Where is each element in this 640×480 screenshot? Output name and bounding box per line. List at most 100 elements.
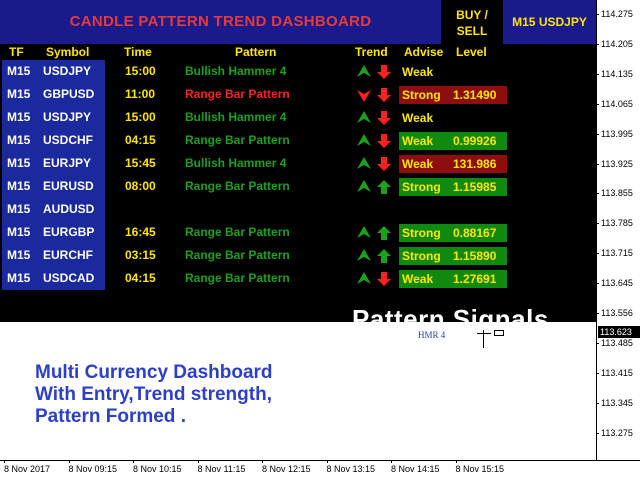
row-time: 15:00: [125, 64, 156, 78]
time-tick: 8 Nov 10:15: [133, 460, 182, 474]
row-timeframe: M15: [7, 179, 31, 193]
row-trend: [356, 156, 396, 172]
price-tick: 113.275: [596, 428, 640, 438]
row-symbol: USDJPY: [43, 64, 92, 78]
row-pattern: Bullish Hammer 4: [185, 156, 287, 170]
table-row[interactable]: M15 USDCHF 04:15 Range Bar Pattern Weak 0.999…: [0, 129, 596, 152]
arrow-up-icon: [357, 134, 371, 146]
arrow-down-icon: [377, 272, 391, 286]
table-row[interactable]: M15 USDJPY 15:00 Bullish Hammer 4 Weak: [0, 106, 596, 129]
price-tick: 114.065: [596, 99, 640, 109]
row-advise: Weak 1.27691: [399, 270, 507, 288]
price-tick: 113.925: [596, 159, 640, 169]
row-timeframe: M15: [7, 271, 31, 285]
promo-line-1: Multi Currency Dashboard: [35, 362, 273, 383]
time-tick: 8 Nov 09:15: [68, 460, 118, 474]
price-tick: 114.275: [596, 9, 640, 19]
row-advise-label: Weak: [402, 157, 434, 171]
table-row[interactable]: M15 USDCAD 04:15 Range Bar Pattern Weak 1.276…: [0, 267, 596, 290]
row-advise-label: Weak: [402, 134, 434, 148]
time-axis: 8 Nov 2017 8 Nov 09:15 8 Nov 10:15 8 Nov 11…: [0, 460, 640, 480]
row-pattern: Range Bar Pattern: [185, 179, 290, 193]
row-symbol: EURGBP: [43, 225, 95, 239]
arrow-up-icon: [377, 249, 391, 263]
table-row[interactable]: M15 EURGBP 16:45 Range Bar Pattern Strong 0.8…: [0, 221, 596, 244]
chart-candle-wick: [477, 333, 491, 334]
table-row[interactable]: M15 EURUSD 08:00 Range Bar Pattern Strong 1.1…: [0, 175, 596, 198]
promo-line-3: Pattern Formed .: [35, 406, 186, 427]
symbol-timeframe-label: M15 USDJPY: [503, 0, 596, 44]
row-trend: [356, 225, 396, 241]
row-symbol: GBPUSD: [43, 87, 95, 101]
chart-pattern-marker: HMR 4: [418, 330, 446, 340]
row-symbol: AUDUSD: [43, 202, 95, 216]
row-time: 11:00: [125, 87, 156, 101]
time-tick: 8 Nov 13:15: [326, 460, 376, 474]
row-time: 08:00: [125, 179, 156, 193]
row-symbol: EURJPY: [43, 156, 92, 170]
table-row[interactable]: M15 EURCHF 03:15 Range Bar Pattern Strong 1.1…: [0, 244, 596, 267]
row-advise: Strong 0.88167: [399, 224, 507, 242]
table-row[interactable]: M15 EURJPY 15:45 Bullish Hammer 4 Weak 131.98…: [0, 152, 596, 175]
arrow-up-icon: [377, 180, 391, 194]
row-level: 1.31490: [453, 88, 497, 102]
price-tick: 114.135: [596, 69, 640, 79]
row-level: 0.99926: [453, 134, 497, 148]
row-timeframe: M15: [7, 248, 31, 262]
time-tick: 8 Nov 11:15: [197, 460, 246, 474]
promo-text: Multi Currency Dashboard With Entry,Tren…: [35, 362, 273, 428]
arrow-up-icon: [357, 180, 371, 192]
row-advise-label: Strong: [402, 88, 441, 102]
row-timeframe: M15: [7, 64, 31, 78]
buy-sell-line-2: SELL: [456, 24, 488, 38]
price-tick: 113.715: [596, 248, 640, 258]
arrow-up-icon: [357, 111, 371, 123]
row-level: 0.88167: [453, 226, 497, 240]
row-timeframe: M15: [7, 110, 31, 124]
arrow-up-icon: [357, 226, 371, 238]
arrow-up-icon: [357, 272, 371, 284]
row-pattern: Bullish Hammer 4: [185, 110, 287, 124]
row-trend: [356, 87, 396, 103]
header-symbol: Symbol: [46, 45, 90, 59]
row-trend: [356, 248, 396, 264]
row-pattern: Range Bar Pattern: [185, 248, 290, 262]
price-tick: 113.785: [596, 218, 640, 228]
dashboard-panel: CANDLE PATTERN TREND DASHBOARD BUY / SEL…: [0, 0, 596, 334]
price-tick: 113.345: [596, 398, 640, 408]
arrow-down-icon: [377, 65, 391, 79]
table-row[interactable]: M15 GBPUSD 11:00 Range Bar Pattern Strong 1.3…: [0, 83, 596, 106]
row-symbol: USDCAD: [43, 271, 95, 285]
row-trend: [356, 179, 396, 195]
table-row[interactable]: M15 AUDUSD: [0, 198, 596, 221]
row-advise-label: Strong: [402, 226, 441, 240]
row-trend: [356, 110, 396, 126]
row-level: 131.986: [453, 157, 497, 171]
row-advise: Weak: [399, 63, 433, 81]
price-tick: 113.645: [596, 278, 640, 288]
time-tick: 8 Nov 15:15: [455, 460, 505, 474]
row-advise-label: Weak: [402, 111, 434, 125]
row-advise: Strong 1.15890: [399, 247, 507, 265]
arrow-down-icon: [377, 111, 391, 125]
row-timeframe: M15: [7, 225, 31, 239]
table-row[interactable]: M15 USDJPY 15:00 Bullish Hammer 4 Weak: [0, 60, 596, 83]
header-time: Time: [124, 45, 152, 59]
row-advise-label: Weak: [402, 65, 434, 79]
promo-line-2: With Entry,Trend strength,: [35, 384, 272, 405]
header-pattern: Pattern: [235, 45, 277, 59]
price-tick: 113.485: [596, 338, 640, 348]
row-pattern: Range Bar Pattern: [185, 87, 290, 101]
row-time: 03:15: [125, 248, 156, 262]
row-level: 1.27691: [453, 272, 497, 286]
arrow-up-icon: [357, 157, 371, 169]
price-tick: 113.855: [596, 188, 640, 198]
row-symbol: EURCHF: [43, 248, 93, 262]
row-symbol: USDCHF: [43, 133, 93, 147]
current-price-label: 113.623: [598, 326, 640, 338]
row-advise: Weak 131.986: [399, 155, 507, 173]
buy-sell-label: BUY / SELL: [442, 4, 502, 42]
row-advise: [399, 201, 402, 219]
price-tick: 114.205: [596, 39, 640, 49]
row-pattern: Range Bar Pattern: [185, 225, 290, 239]
